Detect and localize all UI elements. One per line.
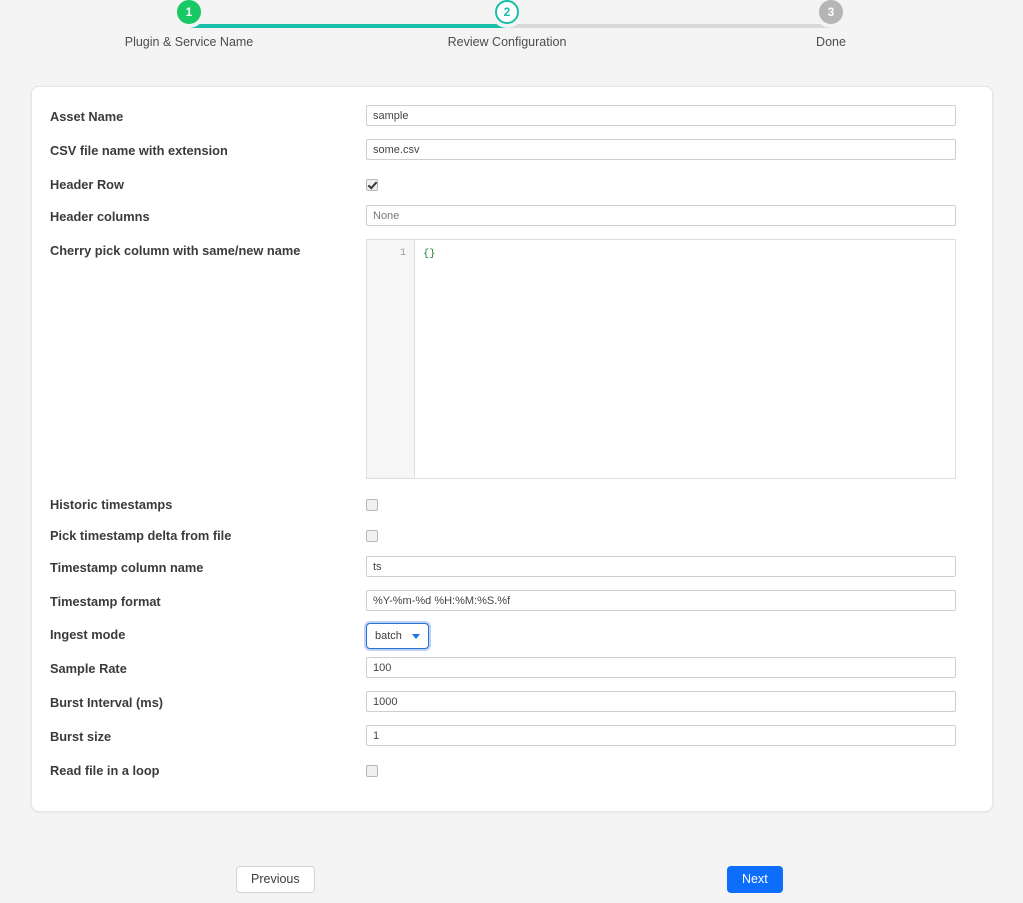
control-timestamp-column-name xyxy=(366,556,974,577)
label-sample-rate: Sample Rate xyxy=(50,657,366,676)
step-2-circle[interactable]: 2 xyxy=(495,0,519,24)
sample-rate-input[interactable] xyxy=(366,657,956,678)
ingest-mode-select[interactable]: batch xyxy=(366,623,429,649)
asset-name-input[interactable] xyxy=(366,105,956,126)
row-ingest-mode: Ingest mode batch xyxy=(50,623,974,657)
stepper-step-2[interactable]: 2 Review Configuration xyxy=(407,0,607,49)
editor-code-content[interactable]: {} xyxy=(415,240,955,478)
label-historic-timestamps: Historic timestamps xyxy=(50,493,366,512)
label-timestamp-format: Timestamp format xyxy=(50,590,366,609)
row-sample-rate: Sample Rate xyxy=(50,657,974,691)
burst-interval-input[interactable] xyxy=(366,691,956,712)
row-timestamp-format: Timestamp format xyxy=(50,590,974,623)
timestamp-format-input[interactable] xyxy=(366,590,956,611)
control-csv-file-name xyxy=(366,139,974,160)
control-read-file-loop xyxy=(366,759,974,780)
header-row-checkbox[interactable] xyxy=(366,179,378,191)
step-1-circle[interactable]: 1 xyxy=(177,0,201,24)
timestamp-column-name-input[interactable] xyxy=(366,556,956,577)
control-timestamp-format xyxy=(366,590,974,611)
configuration-card: Asset Name CSV file name with extension … xyxy=(31,86,993,812)
label-pick-timestamp-delta: Pick timestamp delta from file xyxy=(50,524,366,543)
row-header-row: Header Row xyxy=(50,173,974,205)
step-1-label: Plugin & Service Name xyxy=(89,35,289,49)
label-header-columns: Header columns xyxy=(50,205,366,224)
stepper-step-1[interactable]: 1 Plugin & Service Name xyxy=(89,0,289,49)
row-burst-interval: Burst Interval (ms) xyxy=(50,691,974,725)
label-csv-file-name: CSV file name with extension xyxy=(50,139,366,158)
control-historic-timestamps xyxy=(366,493,974,514)
step-2-label: Review Configuration xyxy=(407,35,607,49)
row-read-file-loop: Read file in a loop xyxy=(50,759,974,789)
control-burst-interval xyxy=(366,691,974,712)
next-button[interactable]: Next xyxy=(727,866,783,893)
control-burst-size xyxy=(366,725,974,746)
label-burst-interval: Burst Interval (ms) xyxy=(50,691,366,710)
row-asset-name: Asset Name xyxy=(50,105,974,139)
cherry-pick-code-editor[interactable]: 1 {} xyxy=(366,239,956,479)
row-csv-file-name: CSV file name with extension xyxy=(50,139,974,173)
control-header-row xyxy=(366,173,974,194)
ingest-mode-value: batch xyxy=(375,630,412,642)
control-asset-name xyxy=(366,105,974,126)
burst-size-input[interactable] xyxy=(366,725,956,746)
read-file-loop-checkbox[interactable] xyxy=(366,765,378,777)
chevron-down-icon xyxy=(412,634,420,639)
row-header-columns: Header columns xyxy=(50,205,974,239)
row-historic-timestamps: Historic timestamps xyxy=(50,493,974,524)
label-ingest-mode: Ingest mode xyxy=(50,623,366,642)
row-burst-size: Burst size xyxy=(50,725,974,759)
wizard-stepper: 1 Plugin & Service Name 2 Review Configu… xyxy=(0,0,1023,70)
header-columns-input[interactable] xyxy=(366,205,956,226)
row-pick-timestamp-delta: Pick timestamp delta from file xyxy=(50,524,974,556)
row-timestamp-column-name: Timestamp column name xyxy=(50,556,974,590)
csv-file-name-input[interactable] xyxy=(366,139,956,160)
control-ingest-mode: batch xyxy=(366,623,974,649)
row-cherry-pick: Cherry pick column with same/new name 1 … xyxy=(50,239,974,493)
label-asset-name: Asset Name xyxy=(50,105,366,124)
step-3-label: Done xyxy=(731,35,931,49)
historic-timestamps-checkbox[interactable] xyxy=(366,499,378,511)
label-header-row: Header Row xyxy=(50,173,366,192)
label-timestamp-column-name: Timestamp column name xyxy=(50,556,366,575)
step-3-circle[interactable]: 3 xyxy=(819,0,843,24)
previous-button[interactable]: Previous xyxy=(236,866,315,893)
wizard-footer: Previous Next xyxy=(0,864,1023,896)
control-sample-rate xyxy=(366,657,974,678)
label-burst-size: Burst size xyxy=(50,725,366,744)
label-cherry-pick: Cherry pick column with same/new name xyxy=(50,239,366,258)
editor-line-numbers: 1 xyxy=(367,240,415,478)
control-pick-timestamp-delta xyxy=(366,524,974,545)
label-read-file-loop: Read file in a loop xyxy=(50,759,366,778)
configuration-form: Asset Name CSV file name with extension … xyxy=(32,87,992,789)
stepper-step-3[interactable]: 3 Done xyxy=(731,0,931,49)
control-header-columns xyxy=(366,205,974,226)
pick-timestamp-delta-checkbox[interactable] xyxy=(366,530,378,542)
control-cherry-pick: 1 {} xyxy=(366,239,974,479)
